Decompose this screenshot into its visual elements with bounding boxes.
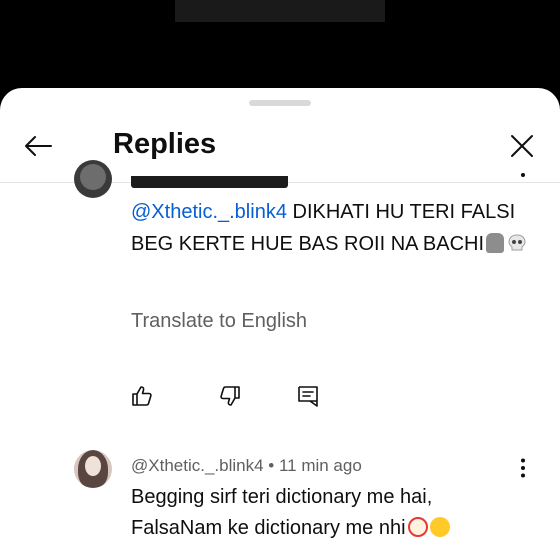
close-icon bbox=[511, 135, 533, 157]
avatar[interactable] bbox=[74, 160, 112, 198]
dislike-button[interactable] bbox=[212, 378, 248, 414]
avatar[interactable] bbox=[74, 450, 112, 488]
mention-link[interactable]: @Xthetic._.blink4 bbox=[131, 201, 287, 223]
thumbs-down-icon bbox=[220, 386, 240, 406]
reply-button[interactable] bbox=[290, 378, 326, 414]
reply-body: Begging sirf teri dictionary me hai, Fal… bbox=[131, 486, 433, 539]
like-button[interactable] bbox=[124, 378, 160, 414]
author-name-bar bbox=[131, 176, 288, 188]
tears-of-joy-emoji bbox=[429, 517, 450, 537]
arrow-left-icon bbox=[25, 136, 52, 156]
comment-icon bbox=[298, 386, 318, 407]
replies-panel: Replies @Xthetic._.blink4 DIKHATI HU TER… bbox=[0, 88, 560, 560]
reply-text: Begging sirf teri dictionary me hai, Fal… bbox=[131, 482, 511, 544]
moai-emoji bbox=[486, 233, 505, 253]
video-frame bbox=[175, 0, 385, 22]
reply-text: @Xthetic._.blink4 DIKHATI HU TERI FALSI … bbox=[131, 196, 531, 260]
close-button[interactable] bbox=[502, 126, 542, 166]
thumbs-up-icon bbox=[132, 386, 152, 406]
more-options-button[interactable] bbox=[515, 172, 531, 192]
more-vertical-icon bbox=[521, 173, 525, 177]
more-vertical-icon bbox=[521, 458, 525, 478]
skull-emoji bbox=[507, 231, 527, 251]
drag-handle[interactable] bbox=[249, 100, 311, 106]
page-title: Replies bbox=[113, 128, 217, 160]
translate-link[interactable]: Translate to English bbox=[131, 310, 307, 333]
back-button[interactable] bbox=[18, 126, 58, 166]
reply-meta: @Xthetic._.blink4 • 11 min ago bbox=[131, 456, 362, 475]
more-options-button[interactable] bbox=[515, 458, 531, 482]
clown-emoji bbox=[407, 517, 428, 537]
